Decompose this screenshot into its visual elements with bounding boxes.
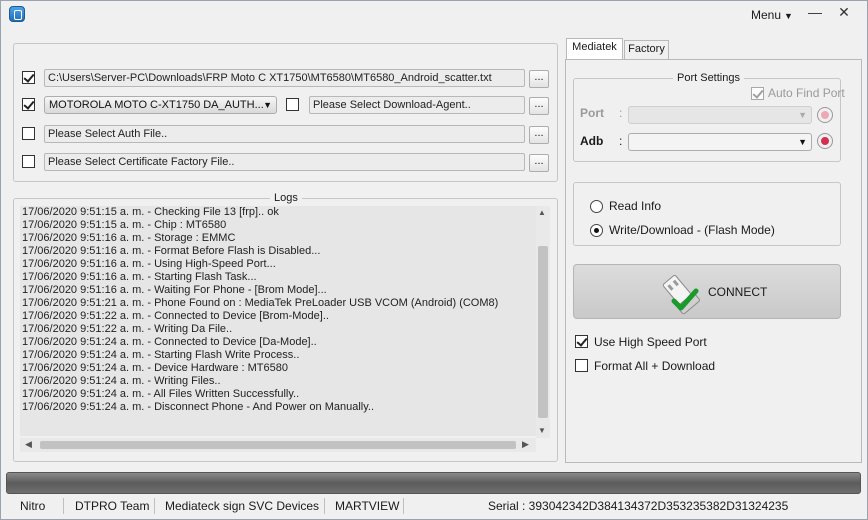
adb-refresh-button[interactable]: [817, 133, 833, 149]
status-divider: [403, 498, 404, 514]
write-download-label: Write/Download - (Flash Mode): [609, 223, 775, 237]
scroll-up-icon[interactable]: ▲: [538, 208, 546, 217]
horizontal-scroll-thumb[interactable]: [40, 441, 516, 449]
connect-button[interactable]: CONNECT: [573, 264, 841, 319]
download-agent-checkbox[interactable]: [286, 98, 299, 111]
menu-button[interactable]: Menu ▼: [751, 8, 793, 22]
log-line: 17/06/2020 9:51:24 a. m. - Device Hardwa…: [22, 362, 288, 374]
da-select-value: MOTOROLA MOTO C-XT1750 DA_AUTH...: [49, 99, 264, 111]
logs-title: Logs: [270, 192, 302, 204]
log-line: 17/06/2020 9:51:21 a. m. - Phone Found o…: [22, 297, 499, 309]
log-line: 17/06/2020 9:51:15 a. m. - Chip : MT6580: [22, 219, 227, 231]
log-vertical-scrollbar[interactable]: ▲ ▼: [536, 206, 550, 438]
scatter-path-field[interactable]: C:\Users\Server-PC\Downloads\FRP Moto C …: [44, 69, 525, 87]
status-divider: [154, 498, 155, 514]
log-line: 17/06/2020 9:51:22 a. m. - Connected to …: [22, 310, 329, 322]
format-all-label: Format All + Download: [594, 359, 716, 373]
scroll-down-icon[interactable]: ▼: [538, 426, 546, 435]
write-download-radio[interactable]: [590, 224, 603, 237]
download-agent-field[interactable]: Please Select Download-Agent..: [309, 96, 525, 114]
scroll-right-icon[interactable]: ▶: [522, 439, 529, 450]
port-refresh-button[interactable]: [817, 107, 833, 123]
cert-file-field[interactable]: Please Select Certificate Factory File..: [44, 153, 525, 171]
vertical-scroll-thumb[interactable]: [538, 246, 548, 418]
menu-label: Menu: [751, 8, 782, 22]
scroll-left-icon[interactable]: ◀: [25, 439, 32, 450]
log-line: 17/06/2020 9:51:22 a. m. - Writing Da Fi…: [22, 323, 233, 335]
read-info-radio[interactable]: [590, 200, 603, 213]
adb-select[interactable]: ▼: [628, 133, 812, 151]
log-line: 17/06/2020 9:51:15 a. m. - Checking File…: [22, 206, 279, 218]
adb-label: Adb: [580, 134, 604, 148]
minimize-button[interactable]: —: [803, 3, 827, 23]
log-line: 17/06/2020 9:51:24 a. m. - Writing Files…: [22, 375, 221, 387]
tab-factory[interactable]: Factory: [624, 40, 669, 59]
cert-browse-button[interactable]: ...: [529, 154, 549, 172]
log-line: 17/06/2020 9:51:24 a. m. - All Files Wri…: [22, 388, 300, 400]
auth-file-field[interactable]: Please Select Auth File..: [44, 125, 525, 143]
app-icon: [9, 6, 25, 22]
log-list: 17/06/2020 9:51:15 a. m. - Checking File…: [20, 206, 536, 436]
progress-bar: [6, 472, 861, 494]
status-divider: [63, 498, 64, 514]
chevron-down-icon: ▼: [263, 100, 272, 110]
status-divider: [324, 498, 325, 514]
auth-browse-button[interactable]: ...: [529, 126, 549, 144]
chevron-down-icon: ▼: [784, 11, 793, 21]
da-checkbox[interactable]: [22, 98, 35, 111]
cert-checkbox[interactable]: [22, 155, 35, 168]
auto-find-port-label: Auto Find Port: [768, 86, 845, 100]
log-horizontal-scrollbar[interactable]: ◀ ▶: [20, 438, 536, 452]
log-line: 17/06/2020 9:51:16 a. m. - Starting Flas…: [22, 271, 257, 283]
read-info-label: Read Info: [609, 199, 662, 213]
status-item-nitro: Nitro: [20, 499, 46, 513]
high-speed-label: Use High Speed Port: [594, 335, 707, 349]
port-label: Port: [580, 106, 604, 120]
log-line: 17/06/2020 9:51:16 a. m. - Format Before…: [22, 245, 321, 257]
log-line: 17/06/2020 9:51:16 a. m. - Waiting For P…: [22, 284, 327, 296]
status-item-team: DTPRO Team: [75, 499, 150, 513]
scatter-checkbox[interactable]: [22, 71, 35, 84]
auth-checkbox[interactable]: [22, 127, 35, 140]
log-line: 17/06/2020 9:51:24 a. m. - Connected to …: [22, 336, 317, 348]
scatter-browse-button[interactable]: ...: [529, 70, 549, 88]
port-settings-title: Port Settings: [673, 72, 744, 84]
format-all-checkbox[interactable]: [575, 359, 588, 372]
status-item-devices: Mediateck sign SVC Devices: [165, 499, 320, 513]
tab-mediatek[interactable]: Mediatek: [566, 38, 623, 59]
port-colon: :: [619, 106, 623, 120]
chevron-down-icon: ▼: [798, 137, 807, 147]
status-item-martview: MARTVIEW: [335, 499, 400, 513]
high-speed-checkbox[interactable]: [575, 335, 588, 348]
log-line: 17/06/2020 9:51:16 a. m. - Using High-Sp…: [22, 258, 276, 270]
connect-label: CONNECT: [708, 285, 768, 299]
da-select[interactable]: MOTOROLA MOTO C-XT1750 DA_AUTH... ▼: [44, 96, 277, 114]
close-button[interactable]: ✕: [832, 3, 856, 23]
log-line: 17/06/2020 9:51:16 a. m. - Storage : EMM…: [22, 232, 236, 244]
status-bar: Nitro DTPRO Team Mediateck sign SVC Devi…: [6, 496, 861, 516]
auto-find-port-checkbox[interactable]: [751, 87, 764, 100]
chevron-down-icon: ▼: [798, 110, 807, 120]
port-select[interactable]: ▼: [628, 106, 812, 124]
log-line: 17/06/2020 9:51:24 a. m. - Starting Flas…: [22, 349, 300, 361]
log-line: 17/06/2020 9:51:24 a. m. - Disconnect Ph…: [22, 401, 375, 413]
serial-number: Serial : 393042342D384134372D353235382D3…: [488, 499, 789, 513]
usb-connect-icon: [662, 275, 700, 315]
download-agent-browse-button[interactable]: ...: [529, 97, 549, 115]
adb-colon: :: [619, 134, 623, 148]
